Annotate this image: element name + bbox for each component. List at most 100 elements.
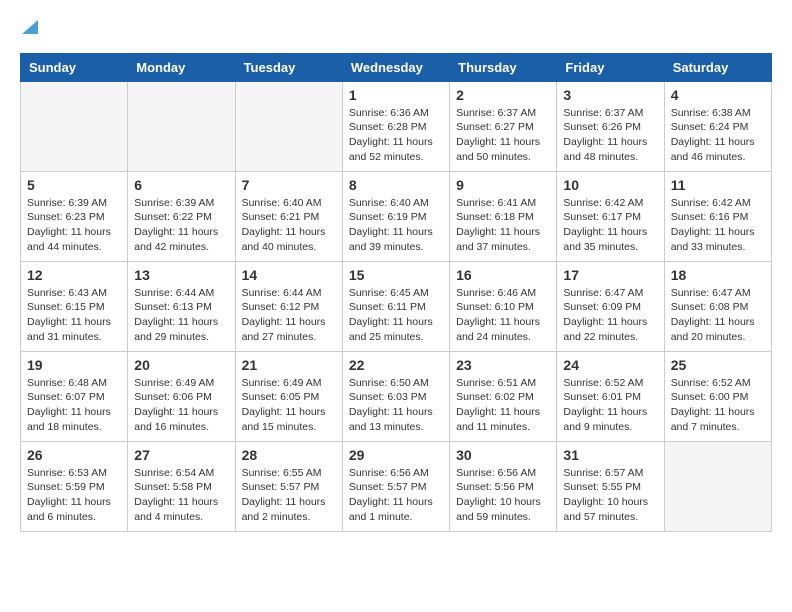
calendar-day-header: Monday <box>128 53 235 81</box>
calendar-table: SundayMondayTuesdayWednesdayThursdayFrid… <box>20 53 772 532</box>
calendar-cell: 14 Sunrise: 6:44 AM Sunset: 6:12 PM Dayli… <box>235 261 342 351</box>
day-info: Sunrise: 6:49 AM Sunset: 6:06 PM Dayligh… <box>134 376 228 435</box>
calendar-cell: 5 Sunrise: 6:39 AM Sunset: 6:23 PM Daylig… <box>21 171 128 261</box>
calendar-week-row: 26 Sunrise: 6:53 AM Sunset: 5:59 PM Dayli… <box>21 441 772 531</box>
day-number: 2 <box>456 87 550 103</box>
day-number: 12 <box>27 267 121 283</box>
day-info: Sunrise: 6:47 AM Sunset: 6:09 PM Dayligh… <box>563 286 657 345</box>
day-info: Sunrise: 6:40 AM Sunset: 6:21 PM Dayligh… <box>242 196 336 255</box>
calendar-week-row: 19 Sunrise: 6:48 AM Sunset: 6:07 PM Dayli… <box>21 351 772 441</box>
calendar-cell: 9Sunrise: 6:41 AM Sunset: 6:18 PM Daylig… <box>450 171 557 261</box>
day-info: Sunrise: 6:39 AM Sunset: 6:23 PM Dayligh… <box>27 196 121 255</box>
calendar-day-header: Tuesday <box>235 53 342 81</box>
day-number: 10 <box>563 177 657 193</box>
calendar-cell: 16Sunrise: 6:46 AM Sunset: 6:10 PM Dayli… <box>450 261 557 351</box>
calendar-cell <box>235 81 342 171</box>
day-number: 6 <box>134 177 228 193</box>
calendar-day-header: Wednesday <box>342 53 449 81</box>
day-info: Sunrise: 6:48 AM Sunset: 6:07 PM Dayligh… <box>27 376 121 435</box>
day-number: 19 <box>27 357 121 373</box>
calendar-cell <box>664 441 771 531</box>
day-info: Sunrise: 6:49 AM Sunset: 6:05 PM Dayligh… <box>242 376 336 435</box>
day-info: Sunrise: 6:44 AM Sunset: 6:12 PM Dayligh… <box>242 286 336 345</box>
day-number: 28 <box>242 447 336 463</box>
calendar-cell: 21Sunrise: 6:49 AM Sunset: 6:05 PM Dayli… <box>235 351 342 441</box>
day-number: 16 <box>456 267 550 283</box>
day-number: 11 <box>671 177 765 193</box>
calendar-cell: 25 Sunrise: 6:52 AM Sunset: 6:00 PM Dayli… <box>664 351 771 441</box>
calendar-header-row: SundayMondayTuesdayWednesdayThursdayFrid… <box>21 53 772 81</box>
day-number: 5 <box>27 177 121 193</box>
day-info: Sunrise: 6:40 AM Sunset: 6:19 PM Dayligh… <box>349 196 443 255</box>
day-number: 31 <box>563 447 657 463</box>
calendar-cell: 23 Sunrise: 6:51 AM Sunset: 6:02 PM Dayli… <box>450 351 557 441</box>
day-info: Sunrise: 6:42 AM Sunset: 6:17 PM Dayligh… <box>563 196 657 255</box>
page-header <box>20 20 772 37</box>
calendar-day-header: Friday <box>557 53 664 81</box>
calendar-week-row: 5 Sunrise: 6:39 AM Sunset: 6:23 PM Daylig… <box>21 171 772 261</box>
logo <box>20 20 38 37</box>
calendar-cell: 2Sunrise: 6:37 AM Sunset: 6:27 PM Daylig… <box>450 81 557 171</box>
calendar-cell: 15 Sunrise: 6:45 AM Sunset: 6:11 PM Dayli… <box>342 261 449 351</box>
calendar-cell: 20 Sunrise: 6:49 AM Sunset: 6:06 PM Dayli… <box>128 351 235 441</box>
calendar-cell: 26 Sunrise: 6:53 AM Sunset: 5:59 PM Dayli… <box>21 441 128 531</box>
calendar-cell: 29Sunrise: 6:56 AM Sunset: 5:57 PM Dayli… <box>342 441 449 531</box>
day-number: 7 <box>242 177 336 193</box>
day-number: 3 <box>563 87 657 103</box>
day-number: 1 <box>349 87 443 103</box>
calendar-cell: 31 Sunrise: 6:57 AM Sunset: 5:55 PM Dayli… <box>557 441 664 531</box>
day-info: Sunrise: 6:50 AM Sunset: 6:03 PM Dayligh… <box>349 376 443 435</box>
day-info: Sunrise: 6:57 AM Sunset: 5:55 PM Dayligh… <box>563 466 657 525</box>
calendar-cell: 8Sunrise: 6:40 AM Sunset: 6:19 PM Daylig… <box>342 171 449 261</box>
calendar-day-header: Thursday <box>450 53 557 81</box>
day-number: 26 <box>27 447 121 463</box>
day-info: Sunrise: 6:38 AM Sunset: 6:24 PM Dayligh… <box>671 106 765 165</box>
calendar-cell: 10 Sunrise: 6:42 AM Sunset: 6:17 PM Dayli… <box>557 171 664 261</box>
day-info: Sunrise: 6:42 AM Sunset: 6:16 PM Dayligh… <box>671 196 765 255</box>
day-info: Sunrise: 6:55 AM Sunset: 5:57 PM Dayligh… <box>242 466 336 525</box>
calendar-cell <box>21 81 128 171</box>
day-info: Sunrise: 6:51 AM Sunset: 6:02 PM Dayligh… <box>456 376 550 435</box>
calendar-cell: 17 Sunrise: 6:47 AM Sunset: 6:09 PM Dayli… <box>557 261 664 351</box>
day-number: 4 <box>671 87 765 103</box>
calendar-cell: 7 Sunrise: 6:40 AM Sunset: 6:21 PM Daylig… <box>235 171 342 261</box>
calendar-cell: 13 Sunrise: 6:44 AM Sunset: 6:13 PM Dayli… <box>128 261 235 351</box>
day-info: Sunrise: 6:39 AM Sunset: 6:22 PM Dayligh… <box>134 196 228 255</box>
day-number: 9 <box>456 177 550 193</box>
calendar-cell <box>128 81 235 171</box>
day-number: 29 <box>349 447 443 463</box>
calendar-cell: 1Sunrise: 6:36 AM Sunset: 6:28 PM Daylig… <box>342 81 449 171</box>
calendar-day-header: Saturday <box>664 53 771 81</box>
calendar-cell: 11 Sunrise: 6:42 AM Sunset: 6:16 PM Dayli… <box>664 171 771 261</box>
calendar-cell: 27Sunrise: 6:54 AM Sunset: 5:58 PM Dayli… <box>128 441 235 531</box>
day-number: 17 <box>563 267 657 283</box>
day-info: Sunrise: 6:45 AM Sunset: 6:11 PM Dayligh… <box>349 286 443 345</box>
day-number: 14 <box>242 267 336 283</box>
day-number: 15 <box>349 267 443 283</box>
calendar-cell: 22Sunrise: 6:50 AM Sunset: 6:03 PM Dayli… <box>342 351 449 441</box>
day-info: Sunrise: 6:37 AM Sunset: 6:26 PM Dayligh… <box>563 106 657 165</box>
day-number: 24 <box>563 357 657 373</box>
day-number: 20 <box>134 357 228 373</box>
calendar-day-header: Sunday <box>21 53 128 81</box>
calendar-cell: 3 Sunrise: 6:37 AM Sunset: 6:26 PM Daylig… <box>557 81 664 171</box>
logo-icon <box>22 20 38 39</box>
calendar-cell: 19 Sunrise: 6:48 AM Sunset: 6:07 PM Dayli… <box>21 351 128 441</box>
day-info: Sunrise: 6:44 AM Sunset: 6:13 PM Dayligh… <box>134 286 228 345</box>
day-number: 13 <box>134 267 228 283</box>
calendar-week-row: 12Sunrise: 6:43 AM Sunset: 6:15 PM Dayli… <box>21 261 772 351</box>
day-number: 27 <box>134 447 228 463</box>
calendar-cell: 24Sunrise: 6:52 AM Sunset: 6:01 PM Dayli… <box>557 351 664 441</box>
day-number: 18 <box>671 267 765 283</box>
day-number: 25 <box>671 357 765 373</box>
calendar-cell: 30 Sunrise: 6:56 AM Sunset: 5:56 PM Dayli… <box>450 441 557 531</box>
day-info: Sunrise: 6:53 AM Sunset: 5:59 PM Dayligh… <box>27 466 121 525</box>
calendar-week-row: 1Sunrise: 6:36 AM Sunset: 6:28 PM Daylig… <box>21 81 772 171</box>
calendar-cell: 18Sunrise: 6:47 AM Sunset: 6:08 PM Dayli… <box>664 261 771 351</box>
day-info: Sunrise: 6:52 AM Sunset: 6:00 PM Dayligh… <box>671 376 765 435</box>
calendar-cell: 6 Sunrise: 6:39 AM Sunset: 6:22 PM Daylig… <box>128 171 235 261</box>
day-info: Sunrise: 6:56 AM Sunset: 5:56 PM Dayligh… <box>456 466 550 525</box>
day-number: 30 <box>456 447 550 463</box>
calendar-cell: 12Sunrise: 6:43 AM Sunset: 6:15 PM Dayli… <box>21 261 128 351</box>
day-number: 23 <box>456 357 550 373</box>
